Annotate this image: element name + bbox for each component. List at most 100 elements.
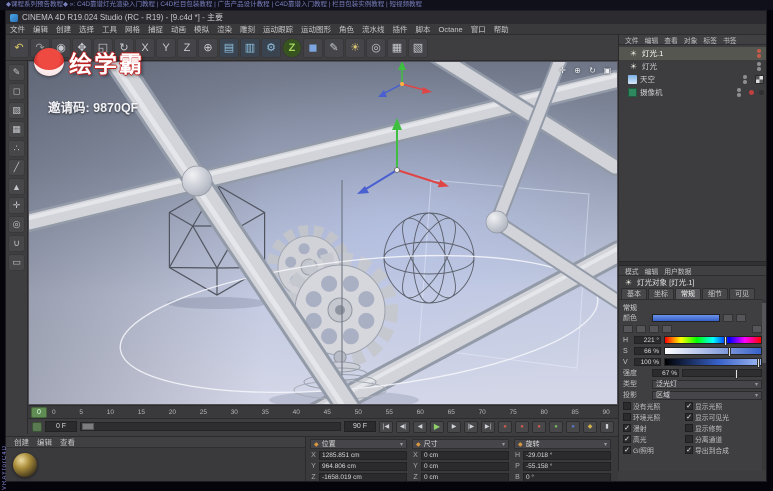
intensity-slider[interactable] — [682, 369, 762, 379]
undo-icon[interactable]: ↶ — [9, 37, 29, 58]
add-light-icon[interactable]: ☀ — [345, 37, 365, 58]
prev-frame-icon[interactable]: ◀ — [413, 420, 427, 433]
tab-coordinates[interactable]: 坐标 — [648, 288, 674, 299]
goto-start-icon[interactable]: |◀ — [379, 420, 393, 433]
rotation-h-field[interactable]: -29.018 ° — [523, 450, 611, 460]
checkbox-show-clipping[interactable] — [685, 424, 693, 432]
menu-item[interactable]: 动画 — [167, 24, 190, 34]
checkbox-ambient-illumination[interactable] — [623, 413, 631, 421]
menu-item[interactable]: 网格 — [121, 24, 144, 34]
attribute-menu-item[interactable]: 模式 — [622, 266, 642, 276]
menu-item[interactable]: 创建 — [52, 24, 75, 34]
protection-tag-icon[interactable] — [749, 90, 754, 95]
record-scale-icon[interactable]: ● — [549, 420, 563, 433]
polygons-mode-icon[interactable]: ▲ — [8, 178, 25, 195]
record-rotation-icon[interactable]: ● — [566, 420, 580, 433]
menu-item[interactable]: 脚本 — [412, 24, 435, 34]
checkbox-diffuse[interactable]: ✓ — [623, 424, 631, 432]
visibility-dots[interactable] — [737, 88, 741, 97]
edges-mode-icon[interactable]: ╱ — [8, 159, 25, 176]
record-pla-icon[interactable]: ▮ — [600, 420, 614, 433]
menu-item[interactable]: 选择 — [75, 24, 98, 34]
checkbox-show-illumination[interactable]: ✓ — [685, 402, 693, 410]
menu-item[interactable]: 帮助 — [490, 24, 513, 34]
record-position-icon[interactable]: ● — [532, 420, 546, 433]
menu-item[interactable]: 流水线 — [358, 24, 389, 34]
goto-end-icon[interactable]: ▶| — [481, 420, 495, 433]
checkbox-gi-illumination[interactable]: ✓ — [623, 446, 631, 454]
timeline-slider-handle[interactable] — [82, 423, 94, 430]
shadow-type-dropdown[interactable]: 区域 ▾ — [652, 390, 762, 400]
autokey-icon[interactable]: ● — [515, 420, 529, 433]
add-camera-icon[interactable]: ◎ — [366, 37, 386, 58]
coordinate-system-icon[interactable]: ⊕ — [198, 37, 218, 58]
material-menu-item[interactable]: 编辑 — [33, 437, 56, 448]
next-key-icon[interactable]: |▶ — [464, 420, 478, 433]
color-picker-icon[interactable] — [723, 314, 733, 322]
orbit-view-icon[interactable]: ↻ — [587, 65, 598, 76]
attribute-menu-item[interactable]: 用户数据 — [661, 266, 694, 276]
menu-item[interactable]: Octane — [435, 25, 467, 34]
timeline-ruler[interactable]: 0 5 10 15 20 25 30 35 40 45 50 55 60 65 70 75 80 85 90 0 — [28, 405, 618, 418]
intensity-field[interactable]: 67 % — [652, 369, 679, 377]
object-row-sky[interactable]: 天空 — [619, 73, 766, 86]
next-frame-icon[interactable]: ▶ — [447, 420, 461, 433]
menu-item[interactable]: 角色 — [335, 24, 358, 34]
object-manager-menu-item[interactable]: 对象 — [681, 35, 701, 45]
menu-item[interactable]: 工具 — [98, 24, 121, 34]
prev-key-icon[interactable]: ◀| — [396, 420, 410, 433]
z-lock-icon[interactable]: Z — [177, 37, 197, 58]
size-x-field[interactable]: 0 cm — [421, 450, 509, 460]
menu-item[interactable]: 编辑 — [29, 24, 52, 34]
make-editable-icon[interactable]: ✎ — [8, 64, 25, 81]
color-wheel-icon[interactable] — [649, 325, 659, 333]
object-row-camera[interactable]: 摄像机 — [619, 86, 766, 99]
timeline-slider[interactable] — [80, 422, 341, 431]
visibility-dots[interactable] — [743, 75, 747, 84]
checkbox-export-to-compositing[interactable]: ✓ — [685, 446, 693, 454]
menu-item[interactable]: 雕刻 — [236, 24, 259, 34]
texture-tag-icon[interactable] — [755, 75, 764, 84]
rotation-p-field[interactable]: -55.158 ° — [523, 461, 611, 471]
position-x-field[interactable]: 1285.851 cm — [319, 450, 407, 460]
display-mode-icon[interactable]: ▦ — [387, 37, 407, 58]
object-manager-menu-item[interactable]: 书签 — [720, 35, 740, 45]
add-cube-icon[interactable]: ◼ — [303, 37, 323, 58]
hue-field[interactable]: 221 ° — [634, 336, 661, 344]
size-group-header[interactable]: ◆ 尺寸 ▾ — [412, 439, 509, 449]
workplane-lock-icon[interactable]: ▭ — [8, 254, 25, 271]
menu-item[interactable]: 模拟 — [190, 24, 213, 34]
object-manager-menu-item[interactable]: 编辑 — [642, 35, 662, 45]
size-y-field[interactable]: 0 cm — [421, 461, 509, 471]
record-parameter-icon[interactable]: ◆ — [583, 420, 597, 433]
rotation-group-header[interactable]: ◆ 旋转 ▾ — [514, 439, 611, 449]
saturation-field[interactable]: 66 % — [634, 347, 661, 355]
spectrum-icon[interactable] — [736, 314, 746, 322]
spline-pen-icon[interactable]: ✎ — [324, 37, 344, 58]
play-icon[interactable]: ▶ — [430, 420, 444, 433]
end-frame-field[interactable]: 90 F — [344, 421, 376, 432]
hsv-mode-icon[interactable] — [636, 325, 646, 333]
menu-item[interactable]: 运动跟踪 — [259, 24, 297, 34]
render-picture-viewer-icon[interactable]: ▥ — [240, 37, 260, 58]
value-slider[interactable] — [664, 358, 762, 368]
material-menu-item[interactable]: 查看 — [56, 437, 79, 448]
model-mode-icon[interactable]: ◻ — [8, 83, 25, 100]
visibility-dots[interactable] — [757, 49, 761, 58]
layout-icon[interactable]: ▧ — [408, 37, 428, 58]
object-manager-menu-item[interactable]: 查看 — [661, 35, 681, 45]
eyedropper-icon[interactable] — [752, 325, 762, 333]
saturation-slider[interactable] — [664, 347, 762, 357]
object-row-light-1[interactable]: ☀ 灯光.1 — [619, 47, 766, 60]
record-keyframe-icon[interactable]: ● — [498, 420, 512, 433]
render-view-icon[interactable]: ▤ — [219, 37, 239, 58]
workplane-mode-icon[interactable]: ▦ — [8, 121, 25, 138]
hue-slider[interactable] — [664, 336, 762, 346]
preview-range-icon[interactable] — [32, 421, 42, 432]
visibility-dots[interactable] — [757, 62, 761, 71]
menu-item[interactable]: 文件 — [6, 24, 29, 34]
menu-item[interactable]: 渲染 — [213, 24, 236, 34]
viewport-solo-icon[interactable]: ◎ — [8, 216, 25, 233]
color-swatch[interactable] — [652, 314, 720, 322]
tab-visibility[interactable]: 可见 — [729, 288, 755, 299]
